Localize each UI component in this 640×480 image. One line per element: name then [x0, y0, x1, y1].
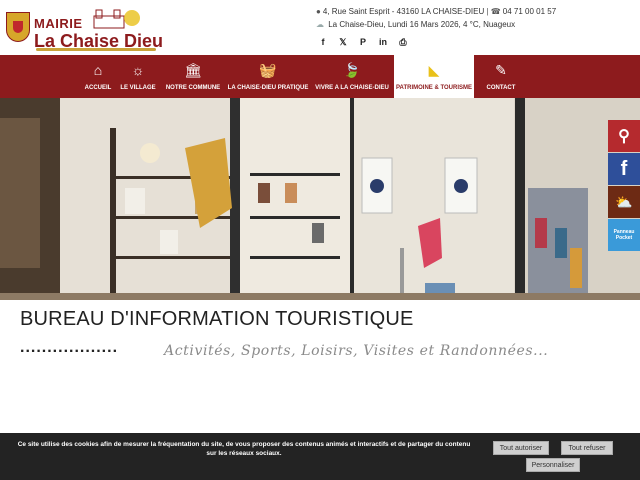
- linkedin-icon[interactable]: in: [378, 37, 388, 48]
- print-icon[interactable]: ⎙: [398, 37, 408, 48]
- nav-item-vivre[interactable]: 🍃 VIVRE A LA CHAISE-DIEU: [310, 55, 394, 98]
- cloud-icon: ☁: [316, 20, 324, 29]
- panneau-pocket-label: Panneau Pocket: [613, 229, 635, 241]
- columns-icon: 🏛: [184, 62, 202, 78]
- nav-label: ACCUEIL: [84, 85, 112, 91]
- search-button[interactable]: ⚲: [608, 120, 640, 152]
- page: MAIRIE La Chaise Dieu ● 4, Rue Saint Espr…: [0, 0, 640, 480]
- logo-mairie-text: MAIRIE: [34, 16, 83, 31]
- leaf-icon: 🍃: [343, 62, 361, 78]
- page-subtitle: Activités, Sports, Loisirs, Visites et R…: [164, 343, 549, 359]
- abbey-illustration: [93, 9, 140, 29]
- edit-icon: ✎: [495, 62, 507, 78]
- nav-label: LA CHAISE-DIEU PRATIQUE: [227, 85, 309, 91]
- hero-image: [0, 98, 640, 300]
- contact-info: ● 4, Rue Saint Esprit - 43160 LA CHAISE-D…: [316, 5, 636, 31]
- phone-link[interactable]: 04 71 00 01 57: [503, 7, 556, 16]
- phone-icon: ☎: [490, 7, 501, 16]
- sun-cloud-icon: ⛅: [615, 193, 633, 210]
- nav-label: VIVRE A LA CHAISE-DIEU: [315, 85, 389, 91]
- title-dots: ..................: [20, 339, 119, 356]
- cookie-text: Ce site utilise des cookies afin de mesu…: [17, 441, 471, 457]
- panneau-pocket-button[interactable]: Panneau Pocket: [608, 219, 640, 251]
- facebook-icon[interactable]: f: [318, 37, 328, 48]
- main-nav: ⌂ ACCUEIL ☼ LE VILLAGE 🏛 NOTRE COMMUNE 🧺…: [0, 55, 640, 98]
- nav-item-pratique[interactable]: 🧺 LA CHAISE-DIEU PRATIQUE: [226, 55, 310, 98]
- facebook-button[interactable]: f: [608, 153, 640, 185]
- compass-icon: ◣: [428, 62, 440, 78]
- site-logo[interactable]: MAIRIE La Chaise Dieu: [6, 6, 166, 51]
- refuse-all-button[interactable]: Tout refuser: [561, 441, 613, 455]
- basket-icon: 🧺: [259, 62, 277, 78]
- home-icon: ⌂: [93, 62, 103, 78]
- nav-item-contact[interactable]: ✎ CONTACT: [474, 55, 528, 98]
- sun-icon: ☼: [131, 62, 145, 78]
- facebook-icon: f: [620, 157, 628, 180]
- nav-item-patrimoine[interactable]: ◣ PATRIMOINE & TOURISME: [394, 55, 474, 98]
- contact-address-line: ● 4, Rue Saint Esprit - 43160 LA CHAISE-D…: [316, 5, 636, 18]
- nav-item-le-village[interactable]: ☼ LE VILLAGE: [116, 55, 160, 98]
- nav-item-accueil[interactable]: ⌂ ACCUEIL: [80, 55, 116, 98]
- nav-label: LE VILLAGE: [120, 85, 156, 91]
- nav-label: NOTRE COMMUNE: [165, 85, 221, 91]
- accept-all-button[interactable]: Tout autoriser: [493, 441, 549, 455]
- weather-line: ☁ La Chaise-Dieu, Lundi 16 Mars 2026, 4 …: [316, 18, 636, 31]
- weather-text: La Chaise-Dieu, Lundi 16 Mars 2026, 4 °C…: [328, 20, 516, 29]
- pinterest-icon[interactable]: P: [358, 37, 368, 48]
- social-links: f 𝕏 P in ⎙: [318, 37, 408, 48]
- header: MAIRIE La Chaise Dieu ● 4, Rue Saint Espr…: [0, 0, 640, 55]
- separator: |: [486, 7, 489, 16]
- crest-icon: [6, 12, 30, 42]
- search-icon: ⚲: [618, 128, 630, 145]
- side-widgets: ⚲ f ⛅ Panneau Pocket: [608, 120, 640, 252]
- x-icon[interactable]: 𝕏: [338, 37, 348, 48]
- shop-interior-photo: [0, 98, 640, 300]
- nav-label: PATRIMOINE & TOURISME: [396, 85, 473, 91]
- map-pin-icon: ●: [316, 7, 321, 16]
- page-title: BUREAU D'INFORMATION TOURISTIQUE: [20, 308, 414, 330]
- logo-swoosh: [36, 48, 156, 51]
- nav-item-notre-commune[interactable]: 🏛 NOTRE COMMUNE: [160, 55, 226, 98]
- customize-button[interactable]: Personnaliser: [526, 458, 580, 472]
- nav-label: CONTACT: [486, 85, 516, 91]
- weather-button[interactable]: ⛅: [608, 186, 640, 218]
- nav-items: ⌂ ACCUEIL ☼ LE VILLAGE 🏛 NOTRE COMMUNE 🧺…: [80, 55, 528, 98]
- address-text: 4, Rue Saint Esprit - 43160 LA CHAISE-DI…: [322, 7, 485, 16]
